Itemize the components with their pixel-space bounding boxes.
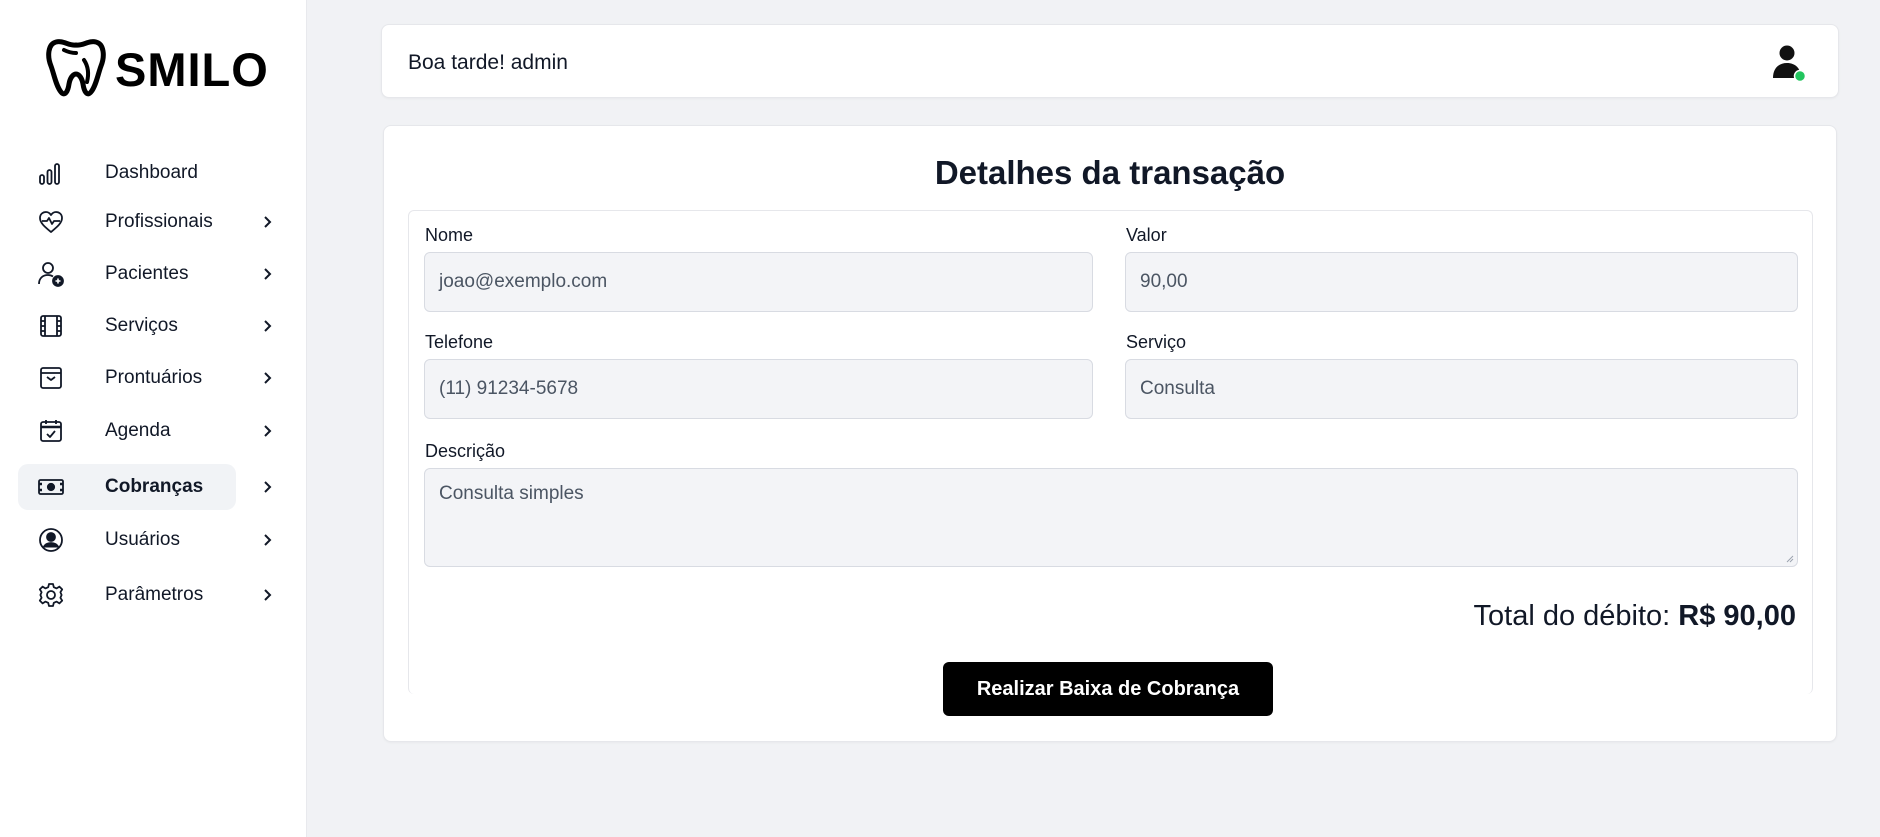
top-header: Boa tarde! admin [381,24,1839,98]
gear-icon [37,581,65,609]
chevron-right-icon [264,268,272,280]
calendar-check-icon [37,417,65,445]
nome-field[interactable]: joao@exemplo.com [424,252,1093,312]
tooth-logo-icon [46,36,106,103]
total-debit: Total do débito: R$ 90,00 [1474,600,1796,633]
sidebar-item-pacientes[interactable]: Pacientes [18,251,288,297]
valor-label: Valor [1126,225,1167,245]
servico-field[interactable]: Consulta [1125,359,1798,419]
sidebar-item-dashboard[interactable]: Dashboard [18,150,288,196]
total-label: Total do débito: [1473,600,1671,632]
chevron-right-icon [264,589,272,601]
sidebar-item-prontuarios[interactable]: Prontuários [18,355,288,401]
transaction-card: Detalhes da transação Nome joao@exemplo.… [383,125,1837,742]
chevron-right-icon [264,425,272,437]
resize-handle-icon[interactable] [1784,553,1794,563]
descricao-textarea[interactable]: Consulta simples [424,468,1798,567]
chevron-right-icon [264,320,272,332]
sidebar-item-agenda[interactable]: Agenda [18,408,288,454]
brand-logo[interactable]: SMILO [46,38,269,100]
total-value: R$ 90,00 [1678,600,1796,632]
film-icon [37,312,65,340]
nome-label: Nome [425,225,474,245]
greeting-text: Boa tarde! admin [408,51,568,74]
telefone-field[interactable]: (11) 91234-5678 [424,359,1093,419]
user-avatar-icon[interactable] [1769,42,1809,83]
bar-chart-icon [37,159,65,187]
sidebar-item-label: Dashboard [105,162,198,183]
chevron-right-icon [264,481,272,493]
chevron-right-icon [264,372,272,384]
sidebar-item-label: Usuários [105,529,180,550]
sidebar-item-label: Prontuários [105,367,203,388]
heart-pulse-icon [37,208,65,236]
sidebar-item-cobrancas[interactable]: Cobranças [18,464,272,510]
sidebar-item-parametros[interactable]: Parâmetros [18,572,288,618]
banknote-icon [37,473,65,501]
descricao-label: Descrição [425,441,506,461]
sidebar-item-label: Serviços [105,315,178,336]
sidebar: SMILO Dashboard Profissionais Pacientes … [0,0,307,837]
servico-label: Serviço [1126,332,1187,352]
archive-icon [37,364,65,392]
sidebar-item-profissionais[interactable]: Profissionais [18,199,288,245]
page-title: Detalhes da transação [934,154,1286,191]
user-plus-icon [37,260,65,288]
telefone-label: Telefone [425,332,494,352]
sidebar-item-label: Profissionais [105,211,213,232]
sidebar-item-servicos[interactable]: Serviços [18,303,288,349]
user-circle-icon [37,526,65,554]
sidebar-item-usuarios[interactable]: Usuários [18,517,288,563]
sidebar-item-label: Pacientes [105,263,189,284]
online-status-dot [1793,69,1807,83]
sidebar-item-label: Parâmetros [105,584,204,605]
valor-field[interactable]: 90,00 [1125,252,1798,312]
descricao-value: Consulta simples [439,483,584,504]
sidebar-item-label: Cobranças [105,476,204,497]
chevron-right-icon [264,534,272,546]
chevron-right-icon [264,216,272,228]
realizar-baixa-button[interactable]: Realizar Baixa de Cobrança [943,662,1273,716]
brand-name: SMILO [115,42,269,96]
sidebar-item-label: Agenda [105,420,171,441]
